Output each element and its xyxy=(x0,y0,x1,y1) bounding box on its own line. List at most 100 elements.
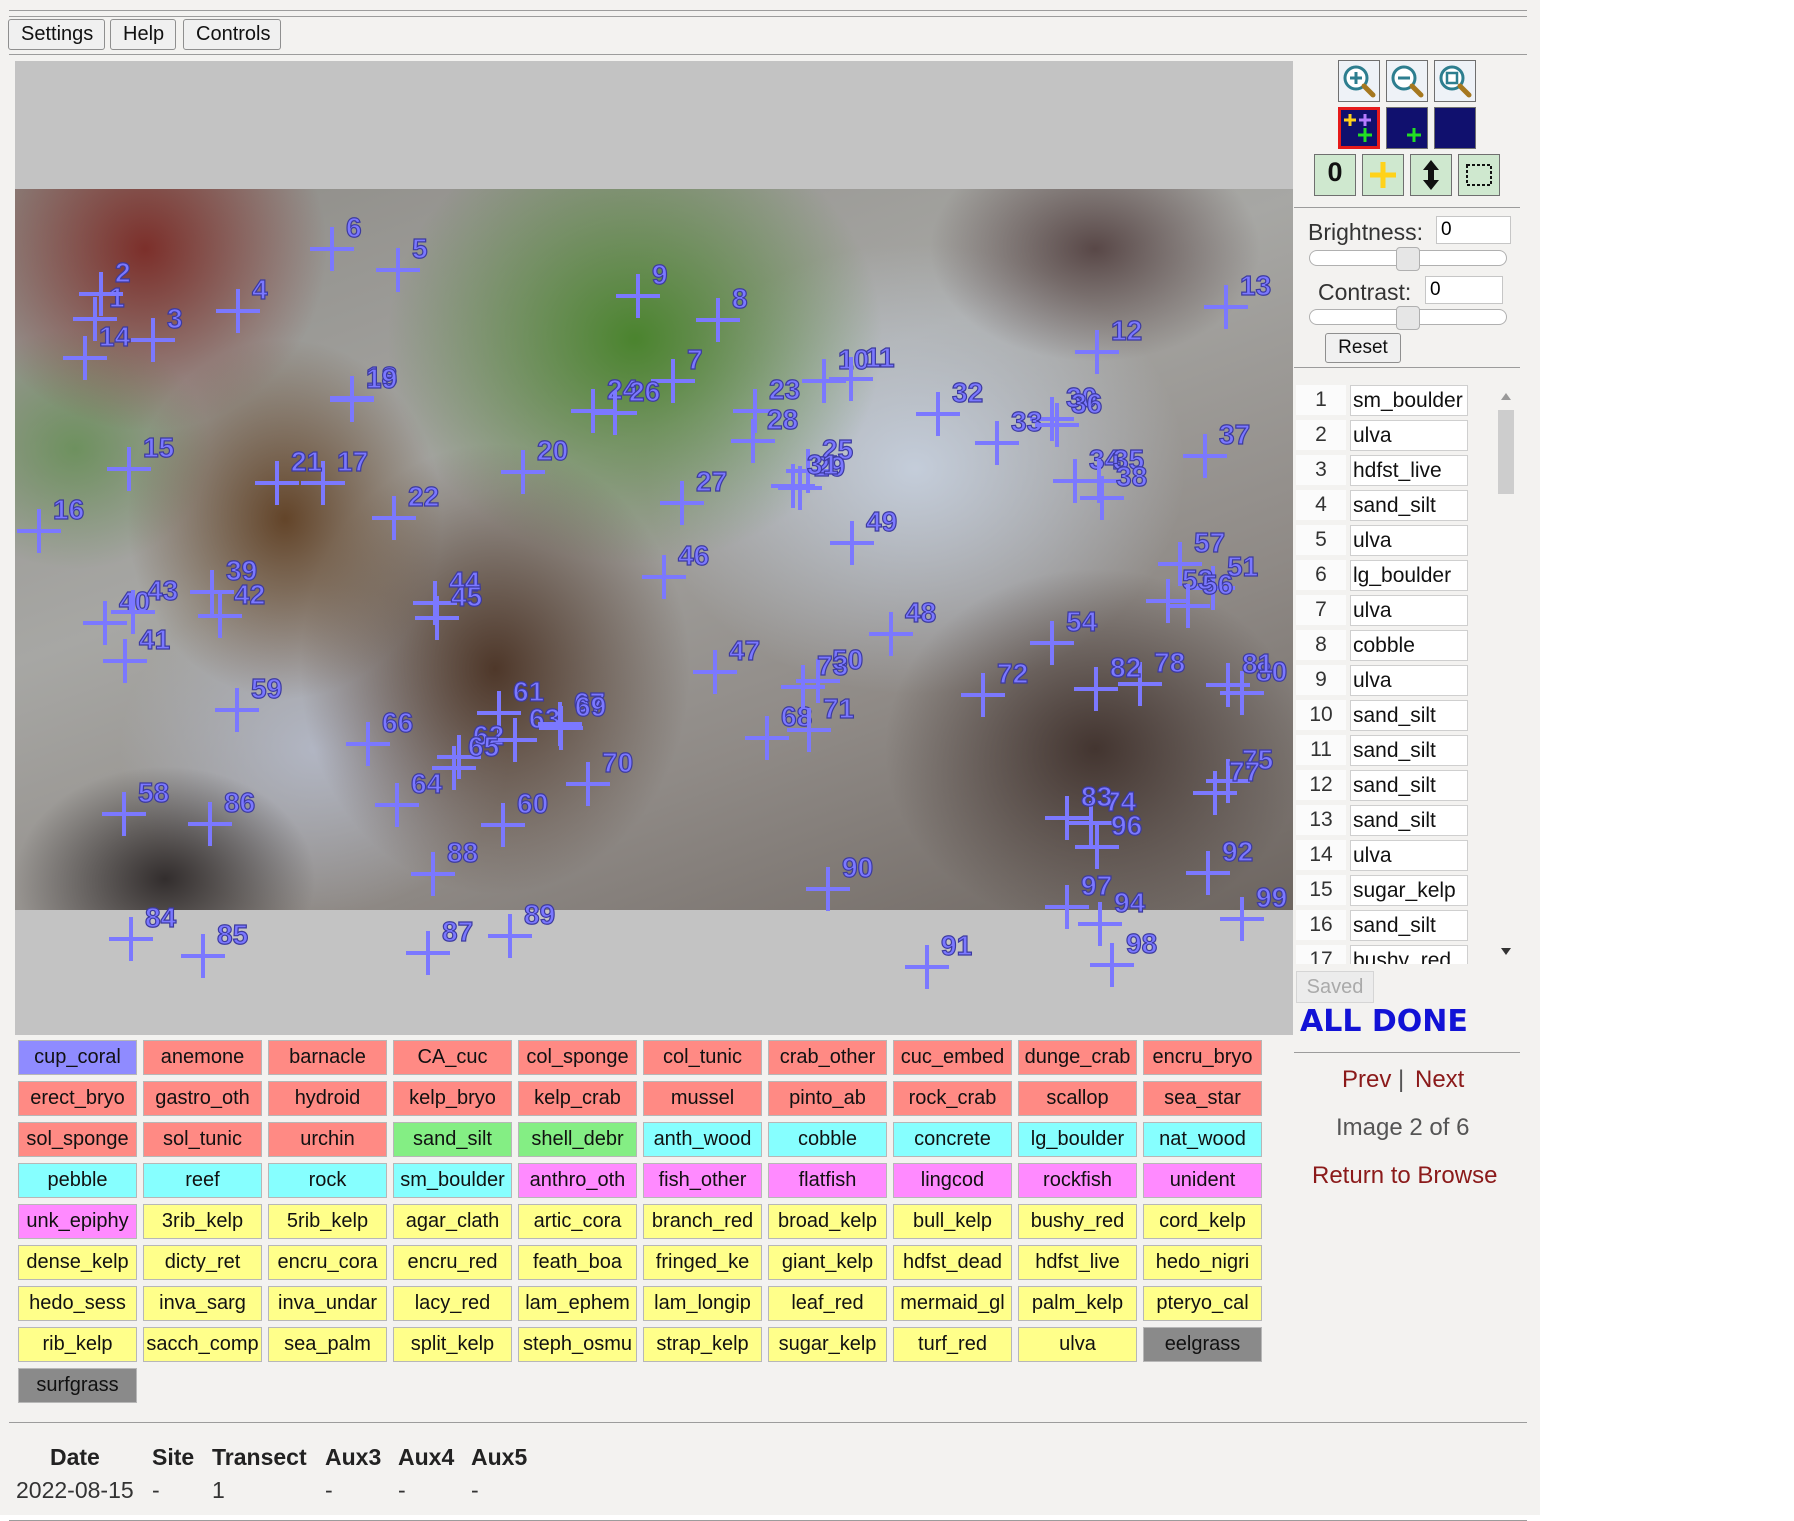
point-marker-64[interactable]: 64 xyxy=(375,767,443,827)
zoom-in-button[interactable] xyxy=(1338,60,1380,102)
point-marker-85[interactable]: 85 xyxy=(181,918,249,978)
label-button-sacch-comp[interactable]: sacch_comp xyxy=(143,1327,262,1362)
point-row[interactable]: 8 cobble xyxy=(1296,629,1494,663)
add-point-button[interactable] xyxy=(1362,154,1404,196)
label-button-eelgrass[interactable]: eelgrass xyxy=(1143,1327,1262,1362)
point-row[interactable]: 7 ulva xyxy=(1296,594,1494,628)
label-button-lg-boulder[interactable]: lg_boulder xyxy=(1018,1122,1137,1157)
label-button-pteryo-cal[interactable]: pteryo_cal xyxy=(1143,1286,1262,1321)
point-marker-37[interactable]: 37 xyxy=(1183,418,1251,478)
point-marker-10[interactable]: 10 xyxy=(802,343,870,403)
point-marker-12[interactable]: 12 xyxy=(1075,314,1143,374)
label-button-artic-cora[interactable]: artic_cora xyxy=(518,1204,637,1239)
label-button-hdfst-live[interactable]: hdfst_live xyxy=(1018,1245,1137,1280)
brightness-slider[interactable] xyxy=(1309,247,1507,271)
point-marker-54[interactable]: 54 xyxy=(1030,605,1098,665)
label-button-urchin[interactable]: urchin xyxy=(268,1122,387,1157)
point-label[interactable]: lg_boulder xyxy=(1350,560,1468,591)
point-row[interactable]: 13 sand_silt xyxy=(1296,804,1494,838)
zero-button[interactable]: 0 xyxy=(1314,154,1356,196)
point-label[interactable]: sand_silt xyxy=(1350,910,1468,941)
point-label[interactable]: sand_silt xyxy=(1350,735,1468,766)
point-label[interactable]: sm_boulder xyxy=(1350,385,1468,416)
point-label[interactable]: sand_silt xyxy=(1350,805,1468,836)
label-button-dense-kelp[interactable]: dense_kelp xyxy=(18,1245,137,1280)
label-button-erect-bryo[interactable]: erect_bryo xyxy=(18,1081,137,1116)
label-button-broad-kelp[interactable]: broad_kelp xyxy=(768,1204,887,1239)
label-button-sol-sponge[interactable]: sol_sponge xyxy=(18,1122,137,1157)
show-current-marker-button[interactable] xyxy=(1386,107,1428,149)
point-marker-16[interactable]: 16 xyxy=(17,493,85,553)
label-button-col-sponge[interactable]: col_sponge xyxy=(518,1040,637,1075)
help-button[interactable]: Help xyxy=(110,19,176,50)
point-row[interactable]: 4 sand_silt xyxy=(1296,489,1494,523)
point-marker-90[interactable]: 90 xyxy=(806,851,874,911)
point-marker-91[interactable]: 91 xyxy=(905,929,973,989)
show-all-markers-button[interactable] xyxy=(1338,107,1380,149)
reset-button[interactable]: Reset xyxy=(1325,333,1401,363)
point-label[interactable]: sand_silt xyxy=(1350,490,1468,521)
point-label[interactable]: hdfst_live xyxy=(1350,455,1468,486)
label-button-giant-kelp[interactable]: giant_kelp xyxy=(768,1245,887,1280)
label-button-encru-red[interactable]: encru_red xyxy=(393,1245,512,1280)
point-marker-overlay[interactable]: 1234567891011121314151617181920212223242… xyxy=(15,61,1293,1035)
label-button-anthro-oth[interactable]: anthro_oth xyxy=(518,1163,637,1198)
label-button-ca-cuc[interactable]: CA_cuc xyxy=(393,1040,512,1075)
label-button-turf-red[interactable]: turf_red xyxy=(893,1327,1012,1362)
point-marker-82[interactable]: 82 xyxy=(1074,651,1142,711)
label-button-cord-kelp[interactable]: cord_kelp xyxy=(1143,1204,1262,1239)
label-button-rib-kelp[interactable]: rib_kelp xyxy=(18,1327,137,1362)
point-marker-21[interactable]: 21 xyxy=(255,445,323,505)
next-link[interactable]: Next xyxy=(1415,1066,1464,1094)
point-marker-3[interactable]: 3 xyxy=(131,302,183,362)
point-marker-33[interactable]: 33 xyxy=(975,405,1043,465)
label-button-leaf-red[interactable]: leaf_red xyxy=(768,1286,887,1321)
label-button-encru-cora[interactable]: encru_cora xyxy=(268,1245,387,1280)
move-point-button[interactable] xyxy=(1410,154,1452,196)
label-button-surfgrass[interactable]: surfgrass xyxy=(18,1368,137,1403)
point-marker-22[interactable]: 22 xyxy=(372,480,440,540)
point-marker-89[interactable]: 89 xyxy=(488,898,556,958)
point-marker-58[interactable]: 58 xyxy=(102,776,170,836)
label-button-feath-boa[interactable]: feath_boa xyxy=(518,1245,637,1280)
label-button-hdfst-dead[interactable]: hdfst_dead xyxy=(893,1245,1012,1280)
hide-markers-button[interactable] xyxy=(1434,107,1476,149)
select-region-button[interactable] xyxy=(1458,154,1500,196)
point-label[interactable]: ulva xyxy=(1350,525,1468,556)
point-marker-31[interactable]: 31 xyxy=(771,448,839,508)
point-row[interactable]: 11 sand_silt xyxy=(1296,734,1494,768)
label-button-agar-clath[interactable]: agar_clath xyxy=(393,1204,512,1239)
label-button-hydroid[interactable]: hydroid xyxy=(268,1081,387,1116)
label-button-inva-undar[interactable]: inva_undar xyxy=(268,1286,387,1321)
brightness-input[interactable] xyxy=(1436,216,1511,244)
point-marker-48[interactable]: 48 xyxy=(869,596,937,656)
label-button-pebble[interactable]: pebble xyxy=(18,1163,137,1198)
label-button-3rib-kelp[interactable]: 3rib_kelp xyxy=(143,1204,262,1239)
label-button-sugar-kelp[interactable]: sugar_kelp xyxy=(768,1327,887,1362)
label-button-encru-bryo[interactable]: encru_bryo xyxy=(1143,1040,1262,1075)
point-marker-97[interactable]: 97 xyxy=(1045,869,1113,929)
label-button-fish-other[interactable]: fish_other xyxy=(643,1163,762,1198)
zoom-out-button[interactable] xyxy=(1386,60,1428,102)
point-label[interactable]: ulva xyxy=(1350,595,1468,626)
label-button-hedo-sess[interactable]: hedo_sess xyxy=(18,1286,137,1321)
label-button-lacy-red[interactable]: lacy_red xyxy=(393,1286,512,1321)
label-button-cobble[interactable]: cobble xyxy=(768,1122,887,1157)
label-button-col-tunic[interactable]: col_tunic xyxy=(643,1040,762,1075)
point-marker-72[interactable]: 72 xyxy=(961,657,1029,717)
point-marker-83[interactable]: 83 xyxy=(1045,780,1113,840)
point-label[interactable]: sugar_kelp xyxy=(1350,875,1468,906)
point-row[interactable]: 1 sm_boulder xyxy=(1296,384,1494,418)
scroll-down-arrow-icon[interactable] xyxy=(1501,948,1511,955)
point-marker-47[interactable]: 47 xyxy=(693,634,761,694)
point-label[interactable]: bushy_red xyxy=(1350,945,1468,964)
point-label[interactable]: ulva xyxy=(1350,665,1468,696)
point-marker-13[interactable]: 13 xyxy=(1204,269,1272,329)
label-button-crab-other[interactable]: crab_other xyxy=(768,1040,887,1075)
point-marker-6[interactable]: 6 xyxy=(310,211,362,271)
point-marker-59[interactable]: 59 xyxy=(215,672,283,732)
return-to-browse-link[interactable]: Return to Browse xyxy=(1312,1162,1497,1190)
image-viewer[interactable]: 1 2 3 4 5 6 7 8 9 10 11 12 13 14 15 16 17 18 19 20 21 22 23 24 2… xyxy=(15,61,1293,1035)
contrast-slider-thumb[interactable] xyxy=(1396,306,1420,330)
label-button-barnacle[interactable]: barnacle xyxy=(268,1040,387,1075)
